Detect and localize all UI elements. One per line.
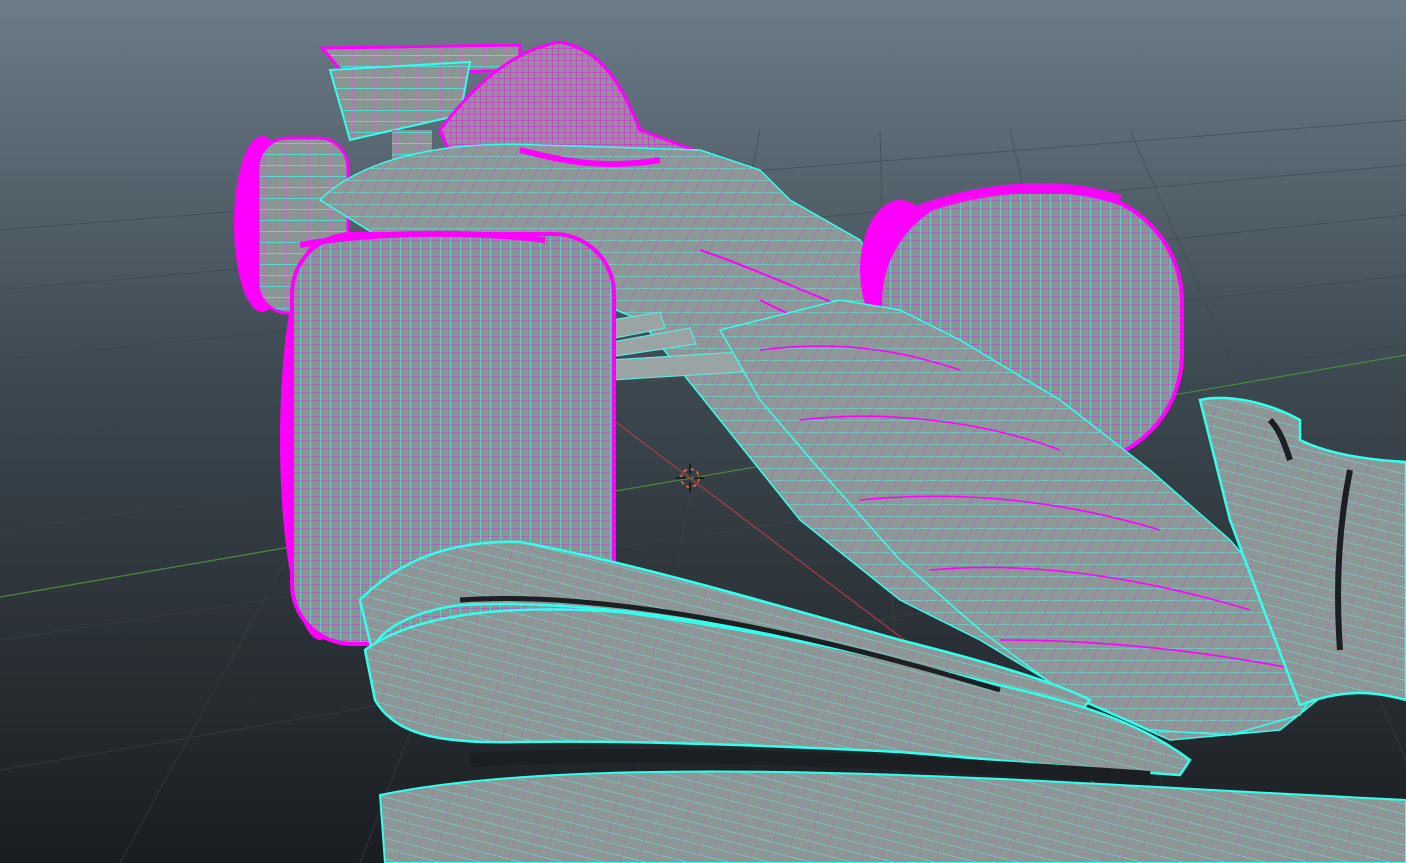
viewport-canvas[interactable] xyxy=(0,0,1406,863)
3d-viewport[interactable] xyxy=(0,0,1406,863)
